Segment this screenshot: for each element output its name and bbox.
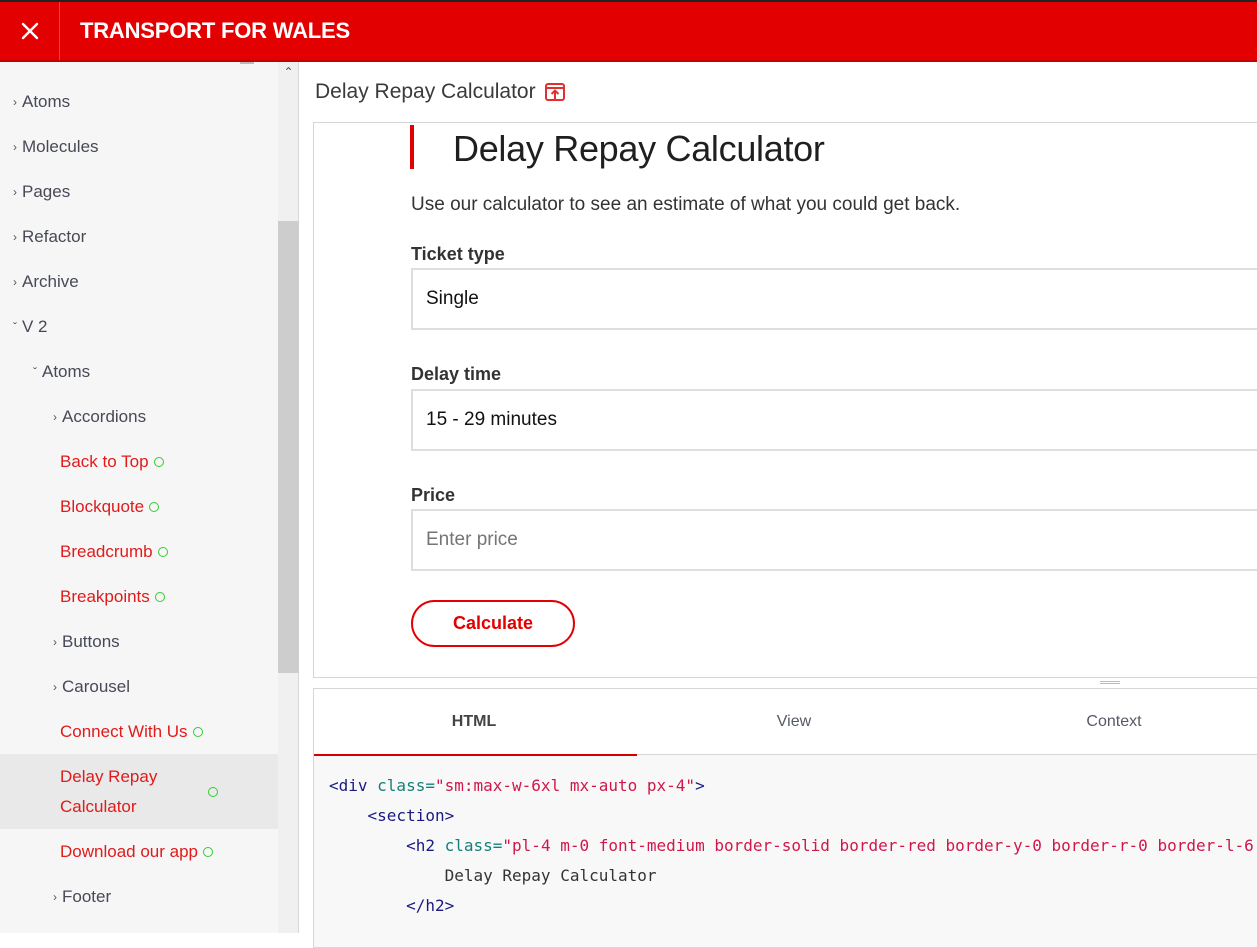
sidebar-item-refactor[interactable]: › Refactor — [0, 214, 278, 259]
calculator-intro: Use our calculator to see an estimate of… — [411, 194, 961, 215]
chevron-right-icon: › — [13, 274, 17, 289]
scrollbar-thumb[interactable] — [278, 221, 299, 673]
close-icon — [21, 22, 38, 40]
sidebar-item-breadcrumb[interactable]: Breadcrumb — [0, 529, 278, 574]
chevron-right-icon: › — [53, 679, 57, 694]
chevron-down-icon: ˇ — [33, 364, 37, 379]
status-ready-icon — [208, 786, 218, 797]
sidebar-item-label: Footer — [62, 886, 112, 906]
chevron-right-icon: › — [53, 409, 57, 424]
sidebar-item-label: Connect With Us — [60, 721, 188, 741]
code-block: <div class="sm:max-w-6xl mx-auto px-4"> … — [329, 771, 1254, 921]
sidebar-item-label: Archive — [22, 271, 79, 291]
code-line: </h2> — [406, 896, 455, 915]
status-ready-icon — [157, 546, 168, 557]
code-line: Delay Repay Calculator — [444, 866, 657, 885]
sidebar-item-label: Molecules — [22, 136, 99, 156]
ticket-type-select[interactable]: Single — [411, 268, 1257, 330]
tab-html[interactable]: HTML — [314, 689, 637, 756]
sidebar-item-carousel[interactable]: › Carousel — [0, 664, 278, 709]
chevron-right-icon: › — [13, 94, 17, 109]
sidebar-item-connect-with-us[interactable]: Connect With Us — [0, 709, 278, 754]
code-panel: HTML View Context <div class="sm:max-w-6… — [313, 688, 1257, 948]
delay-time-value: 15 - 29 minutes — [426, 409, 557, 430]
sidebar-item-label: Pages — [22, 181, 71, 201]
sidebar-item-download-our-app[interactable]: Download our app — [0, 829, 278, 874]
sidebar-item-label: Atoms — [22, 91, 71, 111]
sidebar-top-handle — [240, 62, 254, 64]
tab-view[interactable]: View — [634, 689, 954, 755]
sidebar-item-label: Atoms — [42, 361, 91, 381]
status-ready-icon — [192, 726, 203, 737]
price-label: Price — [411, 485, 456, 505]
open-in-new-icon[interactable] — [544, 81, 566, 103]
component-title-bar: Delay Repay Calculator — [315, 80, 566, 104]
code-line: <div class="sm:max-w-6xl mx-auto px-4"> — [329, 776, 705, 795]
status-ready-icon — [153, 456, 164, 467]
sidebar-item-delay-repay-calculator[interactable]: Delay Repay Calculator — [0, 754, 278, 829]
sidebar-item-back-to-top[interactable]: Back to Top — [0, 439, 278, 484]
sidebar-item-label: V 2 — [22, 316, 48, 336]
sidebar-item-pages[interactable]: › Pages — [0, 169, 278, 214]
sidebar-item-atoms[interactable]: › Atoms — [0, 79, 278, 124]
sidebar-item-footer[interactable]: › Footer — [0, 874, 278, 919]
sidebar-item-buttons[interactable]: › Buttons — [0, 619, 278, 664]
app-header: TRANSPORT FOR WALES — [0, 0, 1257, 62]
sidebar-item-label: Breakpoints — [60, 586, 150, 606]
code-line: <h2 class="pl-4 m-0 font-medium border-s… — [406, 836, 1254, 855]
sidebar-nav: › Atoms › Molecules › Pages › Refactor › Archive ˇ… — [0, 62, 278, 933]
sidebar-item-label: Blockquote — [60, 496, 145, 516]
sidebar-item-label: Delay Repay Calculator — [60, 766, 158, 816]
sidebar-item-blockquote[interactable]: Blockquote — [0, 484, 278, 529]
calculator-heading: Delay Repay Calculator — [453, 128, 825, 169]
scroll-up-arrow-icon[interactable]: ⌃ — [278, 62, 299, 82]
sidebar-scrollbar[interactable]: ⌃ — [278, 62, 299, 933]
ticket-type-label: Ticket type — [411, 244, 505, 264]
heading-accent-bar — [410, 125, 414, 169]
code-line: <section> — [367, 806, 455, 825]
status-ready-icon — [154, 591, 165, 602]
sidebar-item-v-2[interactable]: ˇ V 2 — [0, 304, 278, 349]
calculate-button[interactable]: Calculate — [411, 600, 575, 647]
chevron-right-icon: › — [53, 889, 57, 904]
chevron-right-icon: › — [13, 139, 17, 154]
delay-time-label: Delay time — [411, 364, 502, 384]
status-ready-icon — [202, 846, 213, 857]
chevron-right-icon: › — [13, 184, 17, 199]
sidebar-item-label: Refactor — [22, 226, 87, 246]
panel-resize-handle[interactable] — [1100, 680, 1120, 686]
ticket-type-value: Single — [426, 288, 479, 309]
delay-time-select[interactable]: 15 - 29 minutes — [411, 389, 1257, 451]
component-title: Delay Repay Calculator — [315, 80, 536, 103]
price-input[interactable]: Enter price — [411, 509, 1257, 571]
sidebar-item-label: Back to Top — [60, 451, 149, 471]
chevron-right-icon: › — [13, 229, 17, 244]
brand-logo: TRANSPORT FOR WALES — [80, 18, 350, 43]
tab-context[interactable]: Context — [954, 689, 1257, 755]
sidebar-item-archive[interactable]: › Archive — [0, 259, 278, 304]
sidebar-item-atoms[interactable]: ˇ Atoms — [0, 349, 278, 394]
sidebar-item-label: Download our app — [60, 841, 198, 861]
close-button[interactable] — [0, 2, 60, 60]
chevron-right-icon: › — [53, 634, 57, 649]
chevron-down-icon: ˇ — [13, 319, 17, 334]
main-content: Delay Repay Calculator Delay Repay Calcu… — [299, 62, 1257, 948]
sidebar-item-molecules[interactable]: › Molecules — [0, 124, 278, 169]
sidebar-item-label: Breadcrumb — [60, 541, 153, 561]
code-tabs: HTML View Context — [314, 689, 1257, 756]
sidebar-item-label: Accordions — [62, 406, 147, 426]
status-ready-icon — [149, 501, 160, 512]
sidebar-item-label: Carousel — [62, 676, 131, 696]
sidebar-item-breakpoints[interactable]: Breakpoints — [0, 574, 278, 619]
price-placeholder: Enter price — [426, 529, 518, 550]
sidebar-item-label: Buttons — [62, 631, 120, 651]
component-preview: Delay Repay Calculator Use our calculato… — [313, 122, 1257, 678]
sidebar-item-accordions[interactable]: › Accordions — [0, 394, 278, 439]
